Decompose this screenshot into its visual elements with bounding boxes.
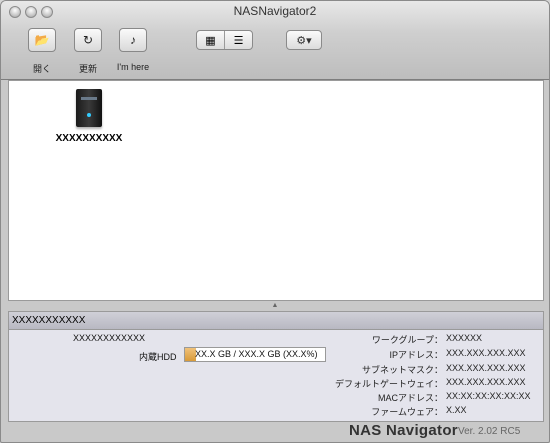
im-here-label: I'm here [116,62,150,72]
view-switcher: ▦ ☰ [196,30,253,50]
list-view-icon: ☰ [233,34,244,47]
mac-label: MACアドレス： [378,393,443,403]
details-device-name: XXXXXXXXXXXX [73,333,146,343]
workgroup-value: XXXXXX [446,333,483,343]
gateway-label: デフォルトゲートウェイ： [334,379,443,389]
firmware-label: ファームウェア： [371,407,443,417]
gear-icon: ⚙▾ [296,34,312,47]
open-button[interactable]: 📂 [28,28,56,52]
brand-logo: NAS Navigator [349,422,458,439]
refresh-icon: ↻ [82,33,94,47]
icon-view-icon: ▦ [205,34,216,47]
version-label: Ver. 2.02 RC5 [458,426,521,437]
subnet-value: XXX.XXX.XXX.XXX [446,363,526,373]
details-panel: XXXXXXXXXXX XXXXXXXXXXXX 内蔵HDD XX.X GB /… [8,311,544,422]
refresh-button[interactable]: ↻ [74,28,102,52]
window-title: NASNavigator2 [233,4,317,18]
app-window: NASNavigator2 📂 開く ↻ 更新 ♪ I'm here ▦ ☰ ⚙… [0,0,550,443]
icon-view-button[interactable]: ▦ [197,31,224,49]
firmware-value: X.XX [446,405,467,415]
nas-device-icon [76,89,102,127]
title-toolbar: NASNavigator2 📂 開く ↻ 更新 ♪ I'm here ▦ ☰ ⚙… [1,1,549,80]
details-header: XXXXXXXXXXX [9,312,543,330]
workgroup-label: ワークグループ： [371,335,443,345]
mac-value: XX:XX:XX:XX:XX:XX [446,391,531,401]
gateway-value: XXX.XXX.XXX.XXX [446,377,526,387]
device-name-label: XXXXXXXXXX [55,133,123,144]
music-note-icon: ♪ [130,33,136,47]
refresh-label: 更新 [78,64,97,74]
subnet-label: サブネットマスク： [361,365,443,375]
hdd-usage-text: XX.X GB / XXX.X GB (XX.X%) [195,349,318,359]
folder-icon: 📂 [34,33,50,47]
open-label: 開く [32,64,51,74]
device-list-area: XXXXXXXXXX [8,80,544,301]
hdd-label: 内蔵HDD [139,352,177,362]
ip-label: IPアドレス： [389,350,443,360]
panel-splitter[interactable]: ▲ [1,302,549,310]
hdd-usage-bar: XX.X GB / XXX.X GB (XX.X%) [184,347,326,362]
list-view-button[interactable]: ☰ [224,31,252,49]
device-item[interactable]: XXXXXXXXXX [49,89,129,144]
im-here-button[interactable]: ♪ [119,28,147,52]
action-menu-button[interactable]: ⚙▾ [286,30,322,50]
ip-value: XXX.XXX.XXX.XXX [446,348,526,358]
